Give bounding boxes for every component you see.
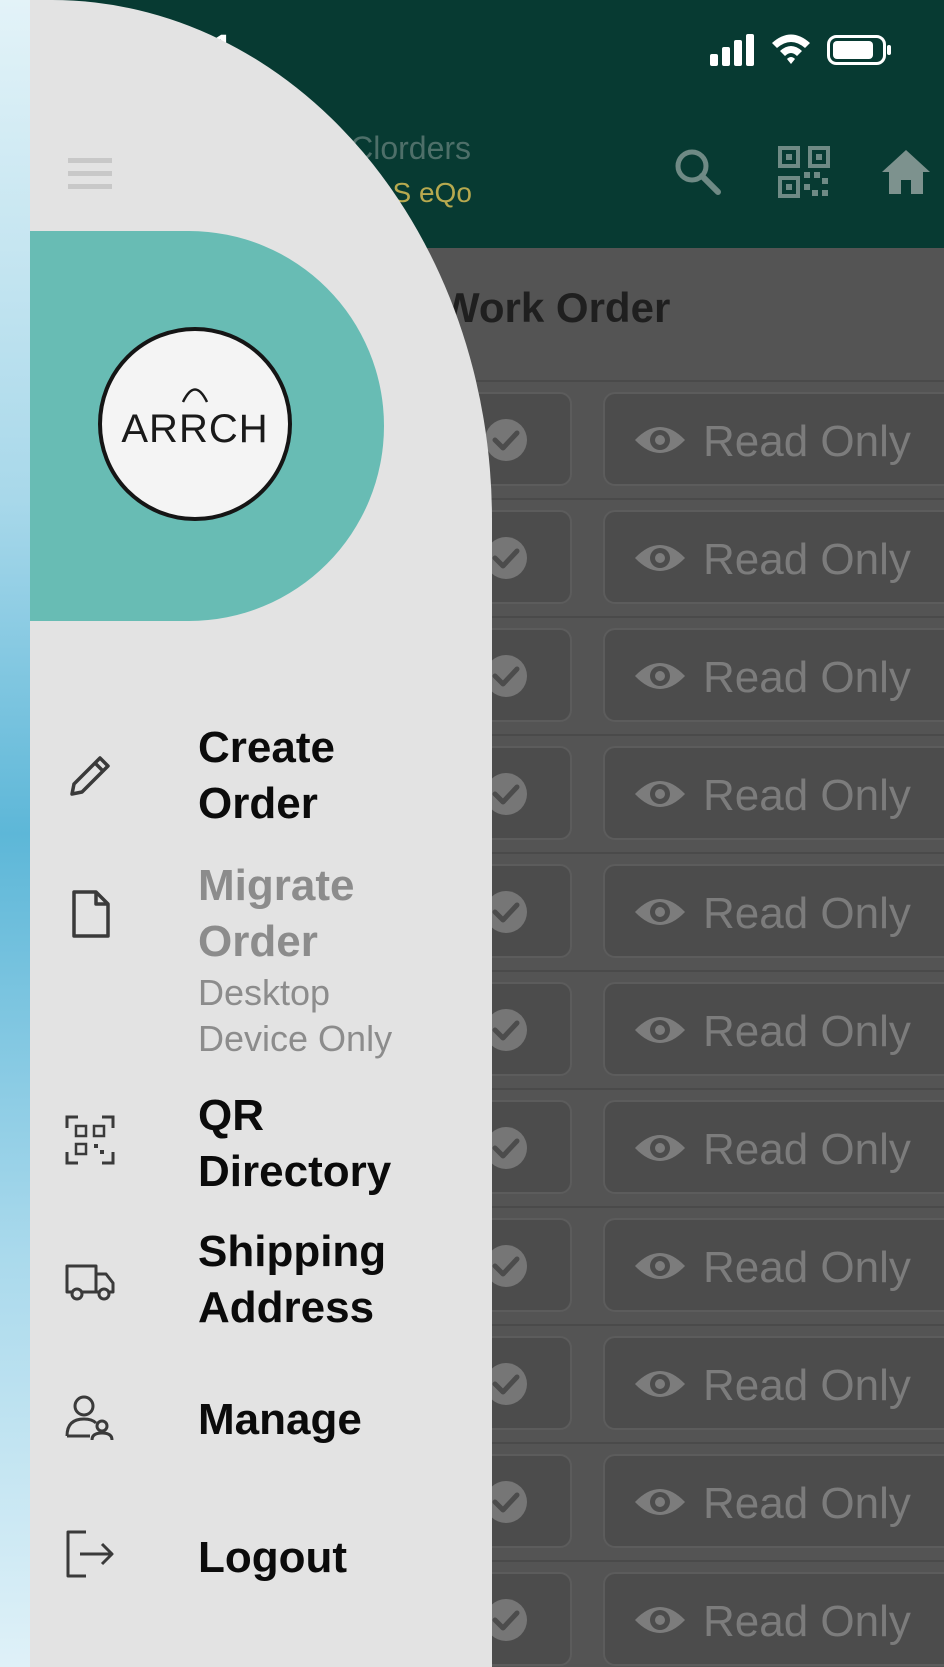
eye-icon (635, 1371, 685, 1397)
battery-icon (827, 35, 891, 65)
signal-icon (710, 34, 754, 66)
menu-label-line1: Migrate (198, 861, 355, 910)
menu-item-shipping-address[interactable]: Shipping Address (30, 1220, 492, 1340)
read-only-button[interactable]: Read Only (603, 1572, 944, 1666)
qr-scan-icon (65, 1115, 115, 1165)
brand-logo-text: ARRCH (121, 407, 269, 451)
menu-label-line1: Shipping (198, 1227, 387, 1276)
pencil-icon (70, 756, 110, 796)
read-only-button[interactable]: Read Only (603, 1218, 944, 1312)
read-only-label: Read Only (703, 1125, 911, 1174)
eye-icon (635, 1253, 685, 1279)
home-icon[interactable] (880, 146, 932, 198)
logout-icon (66, 1530, 114, 1578)
read-only-button[interactable]: Read Only (603, 1336, 944, 1430)
read-only-label: Read Only (703, 1479, 911, 1528)
check-circle-icon (485, 419, 527, 461)
read-only-button[interactable]: Read Only (603, 510, 944, 604)
read-only-button[interactable]: Read Only (603, 746, 944, 840)
navigation-drawer: ARRCH Create Order Migrate Order Desktop… (30, 0, 492, 1667)
menu-label-line1: Logout (198, 1533, 348, 1582)
menu-label-line2: Order (198, 779, 318, 828)
menu-item-qr-directory[interactable]: QR Directory (30, 1084, 492, 1204)
eye-icon (635, 1489, 685, 1515)
menu-item-manage[interactable]: Manage (30, 1384, 492, 1454)
read-only-label: Read Only (703, 1361, 911, 1410)
read-only-label: Read Only (703, 889, 911, 938)
truck-icon (65, 1264, 115, 1301)
read-only-label: Read Only (703, 1243, 911, 1292)
eye-icon (635, 427, 685, 453)
eye-icon (635, 663, 685, 689)
menu-label-line1: QR (198, 1091, 264, 1140)
read-only-label: Read Only (703, 653, 911, 702)
read-only-label: Read Only (703, 1597, 911, 1646)
menu-item-logout[interactable]: Logout (30, 1522, 492, 1592)
menu-sublabel-line2: Device Only (198, 1018, 393, 1059)
brand-logo: ARRCH (98, 327, 292, 521)
read-only-label: Read Only (703, 1007, 911, 1056)
menu-sublabel-line1: Desktop (198, 972, 331, 1013)
read-only-button[interactable]: Read Only (603, 982, 944, 1076)
read-only-button[interactable]: Read Only (603, 628, 944, 722)
eye-icon (635, 899, 685, 925)
document-icon (72, 890, 110, 938)
drawer-brand-panel: ARRCH (30, 231, 384, 621)
read-only-label: Read Only (703, 771, 911, 820)
search-icon[interactable] (672, 146, 724, 198)
menu-label-line2: Order (198, 917, 318, 966)
page-title: Work Order (440, 284, 671, 331)
read-only-button[interactable]: Read Only (603, 864, 944, 958)
menu-label-line1: Manage (198, 1395, 362, 1444)
manage-users-icon (65, 1395, 114, 1441)
logo-arch-icon (181, 388, 209, 403)
wifi-icon (772, 34, 810, 64)
read-only-button[interactable]: Read Only (603, 1100, 944, 1194)
read-only-button[interactable]: Read Only (603, 392, 944, 486)
menu-label-line2: Address (198, 1283, 375, 1332)
menu-icon[interactable] (68, 156, 112, 192)
eye-icon (635, 1017, 685, 1043)
menu-label-line2: Directory (198, 1147, 392, 1196)
eye-icon (635, 545, 685, 571)
menu-label-line1: Create (198, 723, 335, 772)
read-only-label: Read Only (703, 535, 911, 584)
read-only-label: Read Only (703, 417, 911, 466)
read-only-button[interactable]: Read Only (603, 1454, 944, 1548)
eye-icon (635, 1607, 685, 1633)
eye-icon (635, 1135, 685, 1161)
qr-code-icon[interactable] (778, 146, 830, 198)
eye-icon (635, 781, 685, 807)
menu-item-migrate-order[interactable]: Migrate Order Desktop Device Only (30, 854, 492, 1060)
menu-item-create-order[interactable]: Create Order (30, 716, 492, 836)
